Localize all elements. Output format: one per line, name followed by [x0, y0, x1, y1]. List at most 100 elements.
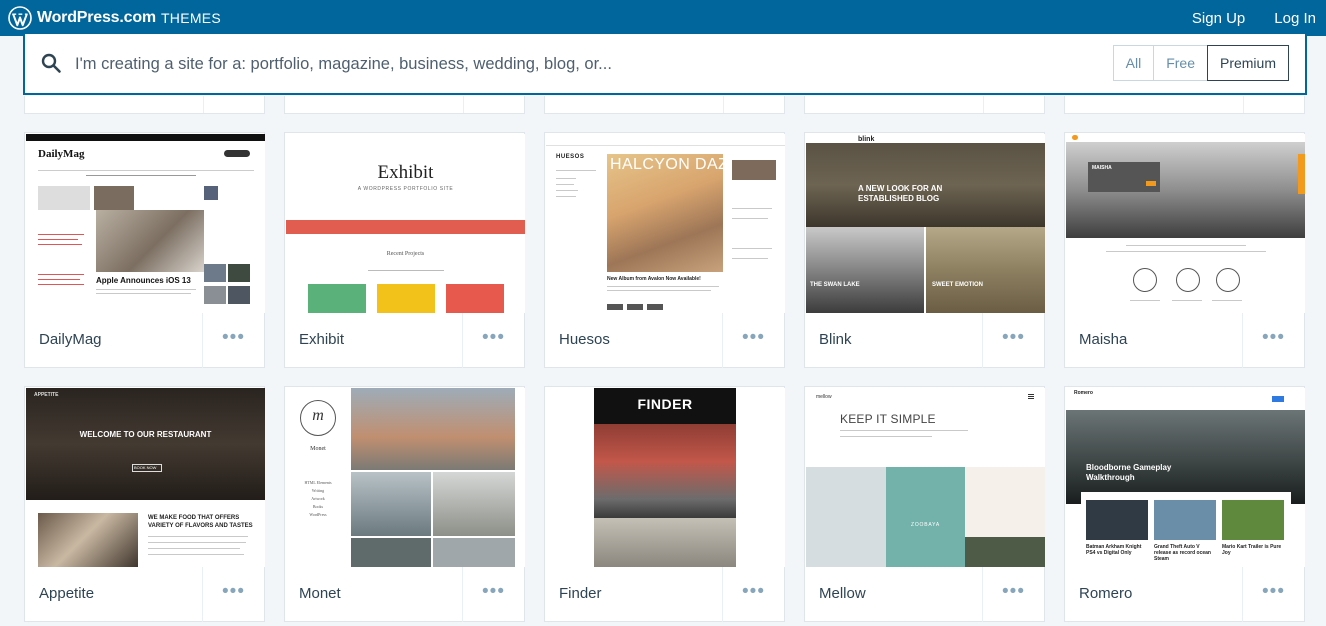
theme-name[interactable]: Monet — [299, 585, 341, 602]
more-options-button[interactable]: ••• — [462, 313, 524, 368]
theme-card-romero[interactable]: Romero Bloodborne Gameplay Walkthrough B… — [1064, 386, 1305, 622]
more-options-button[interactable]: ••• — [202, 567, 264, 622]
ellipsis-icon: ••• — [222, 581, 245, 602]
preview-hero: KEEP IT SIMPLE — [840, 412, 936, 426]
more-options-button[interactable]: ••• — [202, 313, 264, 368]
preview-nav-item: HTML Elements — [304, 480, 332, 485]
ellipsis-icon: ••• — [1002, 327, 1025, 348]
theme-card-appetite[interactable]: APPETITE WELCOME TO OUR RESTAURANT BOOK … — [24, 386, 265, 622]
theme-card-huesos[interactable]: HUESOS HALCYON DAZE New Album from Avalo… — [544, 132, 785, 368]
theme-card-blink[interactable]: blink A NEW LOOK FOR AN ESTABLISHED BLOG… — [804, 132, 1045, 368]
filter-free-button[interactable]: Free — [1153, 45, 1208, 81]
theme-card-dailymag[interactable]: DailyMag Apple Announces iOS 13 DailyMag… — [24, 132, 265, 368]
preview-headline: Apple Announces iOS 13 — [96, 276, 191, 285]
preview-logo: blink — [858, 136, 875, 143]
preview-logo: APPETITE — [34, 392, 59, 398]
previous-card-bottom — [24, 96, 265, 114]
theme-screenshot[interactable]: APPETITE WELCOME TO OUR RESTAURANT BOOK … — [26, 388, 265, 567]
more-options-button[interactable]: ••• — [982, 313, 1044, 368]
theme-screenshot[interactable]: HUESOS HALCYON DAZE New Album from Avalo… — [546, 134, 785, 313]
theme-screenshot[interactable]: FINDER — [546, 388, 785, 567]
card-footer: Finder ••• — [545, 567, 784, 622]
more-options-button[interactable]: ••• — [462, 567, 524, 622]
more-options-button[interactable]: ••• — [982, 567, 1044, 622]
theme-card-mellow[interactable]: mellow KEEP IT SIMPLE ZOOBAYA Mellow ••• — [804, 386, 1045, 622]
theme-name[interactable]: Maisha — [1079, 331, 1127, 348]
auth-nav: Sign Up Log In — [1163, 0, 1316, 36]
more-options-button[interactable]: ••• — [1242, 313, 1304, 368]
preview-left-caption: THE SWAN LAKE — [810, 282, 860, 288]
preview-hero: HALCYON DAZE — [610, 156, 740, 173]
brand-link[interactable]: WordPress.com THEMES — [8, 0, 221, 36]
ellipsis-icon: ••• — [222, 327, 245, 348]
more-options-button[interactable]: ••• — [722, 567, 784, 622]
preview-logo-letter: m — [312, 407, 324, 424]
preview-section: Recent Projects — [386, 251, 425, 257]
theme-screenshot[interactable]: DailyMag Apple Announces iOS 13 — [26, 134, 265, 313]
ellipsis-icon: ••• — [1262, 327, 1285, 348]
log-in-link[interactable]: Log In — [1274, 10, 1316, 27]
card-footer: Romero ••• — [1065, 567, 1304, 622]
preview-cta: BOOK NOW — [134, 465, 157, 470]
previous-card-bottom — [804, 96, 1045, 114]
theme-name[interactable]: Appetite — [39, 585, 94, 602]
card-footer: Huesos ••• — [545, 313, 784, 368]
card-footer: Mellow ••• — [805, 567, 1044, 622]
theme-name[interactable]: Mellow — [819, 585, 866, 602]
more-options-button[interactable]: ••• — [1242, 567, 1304, 622]
preview-post: Mario Kart Trailer is Pure Joy — [1222, 544, 1282, 556]
card-footer: Blink ••• — [805, 313, 1044, 368]
preview-logo: DailyMag — [38, 148, 85, 160]
ellipsis-icon: ••• — [1002, 581, 1025, 602]
preview-nav-item: Books — [312, 504, 324, 509]
theme-card-monet[interactable]: m Monet HTML Elements Writing Artwork Bo… — [284, 386, 525, 622]
previous-card-bottom — [284, 96, 525, 114]
theme-card-finder[interactable]: FINDER Finder ••• — [544, 386, 785, 622]
theme-name[interactable]: Exhibit — [299, 331, 344, 348]
theme-name[interactable]: Huesos — [559, 331, 610, 348]
preview-caption: New Album from Avalon Now Available! — [607, 276, 701, 282]
search-input[interactable] — [75, 49, 1105, 79]
sign-up-link[interactable]: Sign Up — [1192, 10, 1245, 27]
brand-name: WordPress.com — [37, 9, 156, 26]
filter-premium-button[interactable]: Premium — [1206, 45, 1289, 81]
theme-screenshot[interactable]: MAISHA — [1066, 134, 1305, 313]
ellipsis-icon: ••• — [742, 327, 765, 348]
card-footer: Exhibit ••• — [285, 313, 524, 368]
filter-all-button[interactable]: All — [1112, 45, 1155, 81]
preview-nav-item: Writing — [311, 488, 325, 493]
preview-logo: FINDER — [637, 396, 693, 412]
theme-screenshot[interactable]: Romero Bloodborne Gameplay Walkthrough B… — [1066, 388, 1305, 567]
preview-logo: HUESOS — [556, 154, 585, 160]
card-footer: Appetite ••• — [25, 567, 264, 622]
theme-name[interactable]: Finder — [559, 585, 602, 602]
theme-name[interactable]: Blink — [819, 331, 852, 348]
theme-search-box: All Free Premium — [23, 34, 1307, 95]
theme-screenshot[interactable]: mellow KEEP IT SIMPLE ZOOBAYA — [806, 388, 1045, 567]
preview-right-caption: SWEET EMOTION — [932, 282, 983, 288]
brand-section: THEMES — [160, 10, 222, 26]
masterbar: WordPress.com THEMES Sign Up Log In — [0, 0, 1326, 36]
preview-nav-item: WordPress — [309, 512, 327, 517]
preview-subhead: WE MAKE FOOD THAT OFFERS VARIETY OF FLAV… — [148, 515, 253, 529]
preview-post: Grand Theft Auto V release as record oce… — [1154, 544, 1211, 562]
previous-card-bottom — [544, 96, 785, 114]
preview-title: Exhibit — [377, 162, 434, 183]
price-filter: All Free Premium — [1112, 45, 1289, 81]
theme-card-maisha[interactable]: MAISHA Maisha ••• — [1064, 132, 1305, 368]
ellipsis-icon: ••• — [482, 327, 505, 348]
theme-screenshot[interactable]: Exhibit A WORDPRESS PORTFOLIO SITE Recen… — [286, 134, 525, 313]
preview-logo: Romero — [1074, 390, 1093, 396]
theme-screenshot[interactable]: blink A NEW LOOK FOR AN ESTABLISHED BLOG… — [806, 134, 1045, 313]
search-icon[interactable] — [40, 52, 62, 74]
previous-card-bottom — [1064, 96, 1305, 114]
theme-card-exhibit[interactable]: Exhibit A WORDPRESS PORTFOLIO SITE Recen… — [284, 132, 525, 368]
theme-screenshot[interactable]: m Monet HTML Elements Writing Artwork Bo… — [286, 388, 525, 567]
theme-name[interactable]: DailyMag — [39, 331, 102, 348]
preview-hero: WELCOME TO OUR RESTAURANT — [79, 430, 212, 439]
more-options-button[interactable]: ••• — [722, 313, 784, 368]
preview-logo: MAISHA — [1092, 165, 1112, 171]
preview-tagline: A WORDPRESS PORTFOLIO SITE — [357, 186, 454, 192]
theme-name[interactable]: Romero — [1079, 585, 1132, 602]
ellipsis-icon: ••• — [482, 581, 505, 602]
